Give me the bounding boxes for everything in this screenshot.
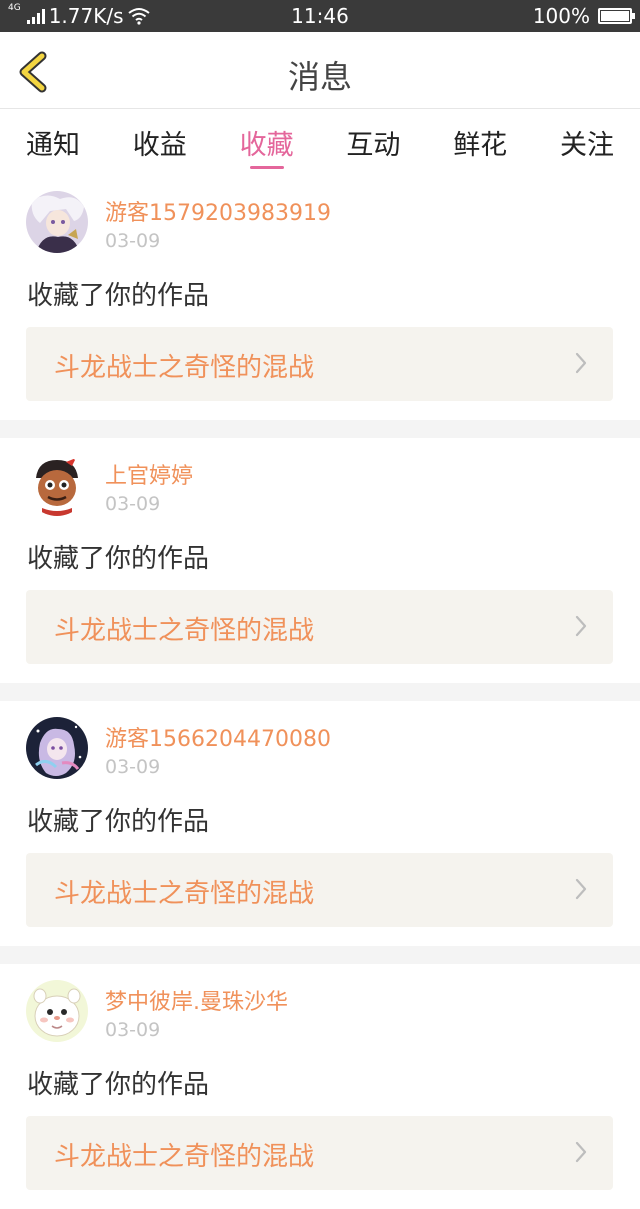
avatar[interactable] bbox=[26, 980, 88, 1042]
work-link[interactable]: 斗龙战士之奇怪的混战 bbox=[26, 327, 613, 401]
chevron-right-icon bbox=[575, 615, 587, 637]
status-bar: 4G 1.77K/s 11:46 100% bbox=[0, 0, 640, 32]
message-item: 上官婷婷 03-09 收藏了你的作品 斗龙战士之奇怪的混战 bbox=[0, 438, 640, 683]
message-date: 03-09 bbox=[105, 230, 161, 252]
tab-label: 关注 bbox=[559, 130, 614, 161]
tab-favorites[interactable]: 收藏 bbox=[240, 109, 294, 175]
avatar[interactable] bbox=[26, 717, 88, 779]
tab-label: 收藏 bbox=[239, 130, 294, 161]
active-tab-indicator bbox=[249, 166, 284, 169]
tab-earnings[interactable]: 收益 bbox=[133, 109, 187, 175]
tab-label: 收益 bbox=[132, 130, 187, 161]
user-name[interactable]: 游客1566204470080 bbox=[105, 721, 331, 753]
status-right: 100% bbox=[532, 4, 635, 28]
tab-bar: 通知 收益 收藏 互动 鲜花 关注 bbox=[0, 109, 640, 175]
message-date: 03-09 bbox=[105, 1019, 161, 1041]
message-list: 游客1579203983919 03-09 收藏了你的作品 斗龙战士之奇怪的混战 bbox=[0, 175, 640, 1209]
tab-label: 通知 bbox=[26, 130, 80, 161]
action-text: 收藏了你的作品 bbox=[27, 281, 210, 311]
tab-label: 互动 bbox=[346, 130, 401, 161]
action-text: 收藏了你的作品 bbox=[27, 544, 210, 574]
action-text: 收藏了你的作品 bbox=[27, 1070, 210, 1100]
battery-fill bbox=[601, 11, 629, 21]
work-title: 斗龙战士之奇怪的混战 bbox=[54, 353, 315, 383]
work-link[interactable]: 斗龙战士之奇怪的混战 bbox=[26, 590, 613, 664]
message-item: 梦中彼岸.曼珠沙华 03-09 收藏了你的作品 斗龙战士之奇怪的混战 bbox=[0, 964, 640, 1209]
divider bbox=[0, 683, 640, 701]
work-title: 斗龙战士之奇怪的混战 bbox=[54, 879, 315, 909]
user-name[interactable]: 梦中彼岸.曼珠沙华 bbox=[105, 984, 288, 1016]
page-title: 消息 bbox=[287, 58, 352, 96]
chevron-right-icon bbox=[575, 878, 587, 900]
work-title: 斗龙战士之奇怪的混战 bbox=[54, 1142, 315, 1172]
message-date: 03-09 bbox=[105, 493, 161, 515]
divider bbox=[0, 946, 640, 964]
chevron-right-icon bbox=[575, 352, 587, 374]
header: 消息 bbox=[0, 32, 640, 109]
divider bbox=[0, 420, 640, 438]
user-name[interactable]: 游客1579203983919 bbox=[105, 195, 331, 227]
battery-percent: 100% bbox=[532, 4, 590, 28]
avatar[interactable] bbox=[26, 454, 88, 516]
work-title: 斗龙战士之奇怪的混战 bbox=[54, 616, 315, 646]
tab-following[interactable]: 关注 bbox=[560, 109, 614, 175]
work-link[interactable]: 斗龙战士之奇怪的混战 bbox=[26, 853, 613, 927]
tab-flowers[interactable]: 鲜花 bbox=[453, 109, 507, 175]
work-link[interactable]: 斗龙战士之奇怪的混战 bbox=[26, 1116, 613, 1190]
tab-notifications[interactable]: 通知 bbox=[26, 109, 80, 175]
action-text: 收藏了你的作品 bbox=[27, 807, 210, 837]
chevron-right-icon bbox=[575, 1141, 587, 1163]
tab-label: 鲜花 bbox=[453, 130, 508, 161]
message-item: 游客1579203983919 03-09 收藏了你的作品 斗龙战士之奇怪的混战 bbox=[0, 175, 640, 420]
user-name[interactable]: 上官婷婷 bbox=[105, 458, 193, 490]
message-date: 03-09 bbox=[105, 756, 161, 778]
battery-icon bbox=[598, 8, 635, 24]
tab-interactions[interactable]: 互动 bbox=[346, 109, 400, 175]
message-item: 游客1566204470080 03-09 收藏了你的作品 斗龙战士之奇怪的混战 bbox=[0, 701, 640, 946]
avatar[interactable] bbox=[26, 191, 88, 253]
